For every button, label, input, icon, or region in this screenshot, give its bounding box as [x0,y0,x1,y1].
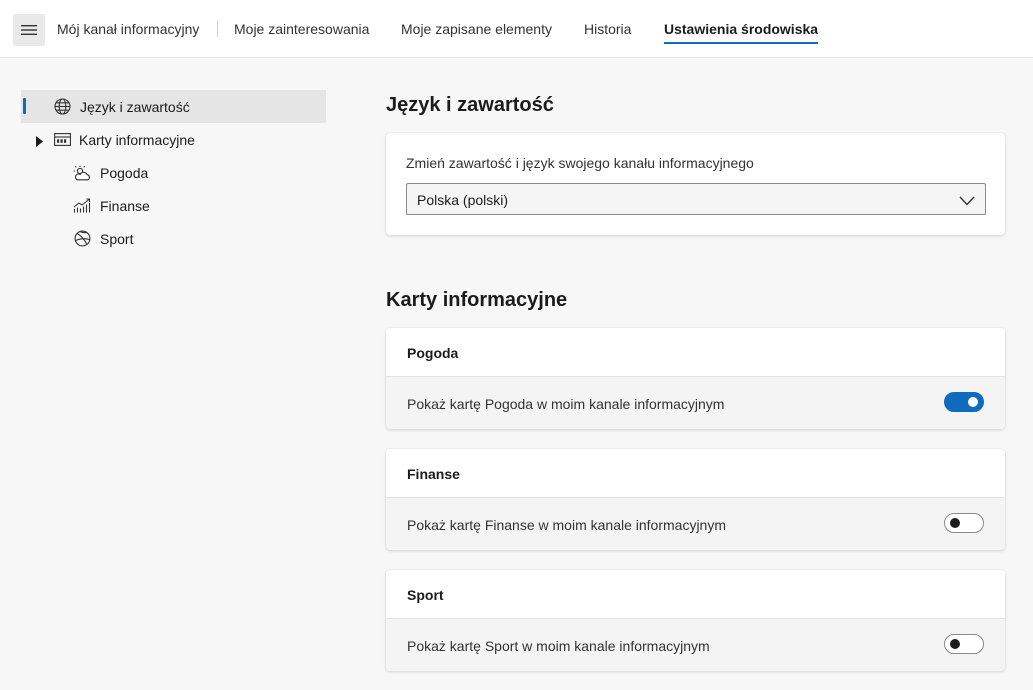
sidebar-item-news-cards[interactable]: Karty informacyjne [34,123,326,156]
sidebar-item-finance[interactable]: Finanse [72,189,326,222]
language-select-value: Polska (polski) [417,192,509,208]
finance-chart-icon [73,197,91,215]
card-toggle-label: Pokaż kartę Finanse w moim kanale inform… [407,517,727,533]
card-header: Pogoda [386,328,1005,377]
sport-card: Sport Pokaż kartę Sport w moim kanale in… [386,570,1005,671]
cards-section-title: Karty informacyjne [386,289,568,311]
finance-card: Finanse Pokaż kartę Finanse w moim kanal… [386,449,1005,550]
active-indicator [23,98,26,114]
tab-saved-items[interactable]: Moje zapisane elementy [401,21,552,37]
card-toggle-label: Pokaż kartę Pogoda w moim kanale informa… [407,396,725,412]
sidebar-item-weather[interactable]: Pogoda [72,156,326,189]
hamburger-menu-button[interactable] [13,14,45,46]
finance-card-toggle[interactable] [944,513,984,533]
tab-history[interactable]: Historia [584,21,631,37]
card-title: Sport [407,587,444,603]
nav-divider [217,21,218,37]
tab-label: Mój kanał informacyjny [57,21,200,37]
top-navigation-bar: Mój kanał informacyjny Moje zainteresowa… [0,0,1033,58]
tab-my-feed[interactable]: Mój kanał informacyjny [57,21,199,37]
weather-card-toggle[interactable] [944,392,984,412]
tab-label: Historia [584,21,632,37]
sports-ball-icon [73,230,91,248]
sidebar-item-sport[interactable]: Sport [72,222,326,255]
card-body: Pokaż kartę Finanse w moim kanale inform… [386,498,1005,550]
active-tab-indicator [664,42,819,44]
language-section-title: Język i zawartość [386,94,554,116]
language-label: Zmień zawartość i język swojego kanału i… [406,155,754,171]
toggle-knob [950,518,960,528]
weather-card: Pogoda Pokaż kartę Pogoda w moim kanale … [386,328,1005,429]
tab-my-interests[interactable]: Moje zainteresowania [234,21,369,37]
card-body: Pokaż kartę Sport w moim kanale informac… [386,619,1005,671]
globe-icon [53,98,71,116]
caret-right-icon[interactable] [36,134,44,150]
language-card: Zmień zawartość i język swojego kanału i… [386,133,1005,235]
tab-experience-settings[interactable]: Ustawienia środowiska [664,21,819,44]
language-select[interactable]: Polska (polski) [406,183,986,215]
card-body: Pokaż kartę Pogoda w moim kanale informa… [386,377,1005,429]
sidebar-item-label: Pogoda [100,164,149,181]
sidebar-item-label: Sport [100,230,134,247]
tab-label: Ustawienia środowiska [664,21,819,37]
sidebar-item-label: Język i zawartość [80,98,190,115]
card-title: Finanse [407,466,460,482]
card-title: Pogoda [407,345,459,361]
cards-icon [53,131,71,149]
card-toggle-label: Pokaż kartę Sport w moim kanale informac… [407,638,710,654]
sport-card-toggle[interactable] [944,634,984,654]
card-header: Finanse [386,449,1005,498]
toggle-knob [950,639,960,649]
hamburger-icon [21,24,37,36]
chevron-down-icon [959,193,975,211]
toggle-knob [968,397,978,407]
tab-label: Moje zainteresowania [234,21,370,37]
sidebar-item-language-content[interactable]: Język i zawartość [21,90,326,123]
sidebar-item-label: Finanse [100,197,150,214]
sidebar-item-label: Karty informacyjne [79,131,195,148]
tab-label: Moje zapisane elementy [401,21,552,37]
weather-icon [73,164,91,182]
card-header: Sport [386,570,1005,619]
